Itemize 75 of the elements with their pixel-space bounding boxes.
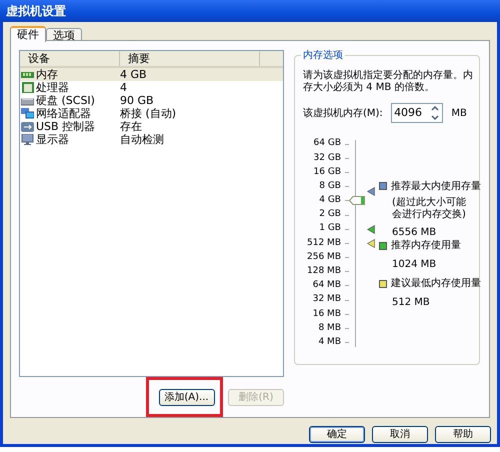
tick-label: 64 MB xyxy=(312,279,341,292)
tick-label: 2 GB xyxy=(318,208,341,222)
legend-note: (超过此大小可能会进行内存交换) xyxy=(392,196,467,221)
tick-mark xyxy=(345,158,349,159)
device-summary: 自动检测 xyxy=(120,133,164,146)
device-name: 处理器 xyxy=(36,81,69,94)
column-header[interactable]: 设备 xyxy=(20,51,120,66)
device-name: 硬盘 (SCSI) xyxy=(36,94,95,107)
dialog-button[interactable]: 帮助 xyxy=(435,426,491,443)
device-summary: 90 GB xyxy=(120,94,154,107)
memory-chip-icon xyxy=(21,69,34,80)
device-row[interactable]: 内存 4 GB xyxy=(20,68,283,81)
device-summary: 桥接 (自动) xyxy=(120,107,176,120)
device-row[interactable]: 显示器 自动检测 xyxy=(20,133,283,146)
tick-mark xyxy=(345,242,349,244)
tick-label: 4 MB xyxy=(317,336,341,349)
tick-mark xyxy=(345,271,349,272)
device-row[interactable]: 处理器 4 xyxy=(20,81,283,94)
slider-thumb[interactable] xyxy=(349,196,365,206)
hard-disk-icon xyxy=(21,95,34,106)
tick-mark xyxy=(345,342,349,344)
tick-label: 128 MB xyxy=(306,265,341,278)
tick-mark xyxy=(345,328,349,330)
tab[interactable]: 硬件 xyxy=(10,26,46,42)
tick-mark xyxy=(345,285,349,286)
tick-mark xyxy=(345,314,349,315)
device-summary: 4 GB xyxy=(120,68,147,81)
legend-title: 推荐最大内使用存量 xyxy=(391,180,481,194)
device-name: USB 控制器 xyxy=(36,120,96,133)
tick-label: 16 MB xyxy=(312,308,341,321)
legend-value: 1024 MB xyxy=(392,258,436,272)
unit-label: MB xyxy=(451,106,467,120)
tick-label: 8 MB xyxy=(317,322,341,335)
tick-mark xyxy=(345,228,349,230)
tick-label: 1 GB xyxy=(318,222,341,236)
marker-icon xyxy=(367,238,375,248)
tick-label: 4 GB xyxy=(318,194,341,208)
device-name: 内存 xyxy=(36,68,58,81)
tick-label: 64 GB xyxy=(312,137,341,150)
memory-spinbox[interactable]: 4096 xyxy=(391,103,444,123)
device-row[interactable]: 硬盘 (SCSI) 90 GB xyxy=(20,94,283,107)
tick-mark xyxy=(345,172,349,173)
legend-title: 建议最低内存使用量 xyxy=(391,276,481,292)
legend-title: 推荐内存使用量 xyxy=(391,238,461,254)
tick-mark xyxy=(345,144,349,145)
device-row[interactable]: USB 控制器 存在 xyxy=(20,120,283,133)
network-icon xyxy=(21,108,34,119)
tick-mark xyxy=(345,200,349,202)
column-header[interactable]: 摘要 xyxy=(120,51,260,66)
device-row[interactable]: 网络适配器 桥接 (自动) xyxy=(20,107,283,120)
tick-mark xyxy=(345,257,349,258)
tab[interactable]: 选项 xyxy=(46,28,82,40)
device-summary: 4 xyxy=(120,81,127,94)
device-summary: 存在 xyxy=(120,120,142,133)
dialog-button[interactable]: 确定 xyxy=(309,426,365,443)
tick-label: 512 MB xyxy=(306,236,341,250)
tick-mark xyxy=(345,300,349,301)
tick-label: 32 MB xyxy=(312,293,341,306)
description-text: 请为该虚拟机指定要分配的内存量。内存大小必须为 4 MB 的倍数。 xyxy=(303,70,473,94)
window-title: 虚拟机设置 xyxy=(6,3,66,20)
marker-icon xyxy=(367,224,375,234)
legend-value: 6556 MB xyxy=(392,226,436,240)
marker-icon xyxy=(367,186,375,196)
tick-mark xyxy=(345,186,349,188)
device-name: 网络适配器 xyxy=(36,107,91,120)
dialog-button[interactable]: 取消 xyxy=(372,426,428,443)
tick-label: 32 GB xyxy=(312,152,341,165)
tick-label: 256 MB xyxy=(306,250,341,264)
tick-label: 8 GB xyxy=(318,180,341,193)
legend-value: 512 MB xyxy=(392,296,430,310)
tick-label: 16 GB xyxy=(312,166,341,179)
device-name: 显示器 xyxy=(36,133,69,146)
tick-mark xyxy=(345,214,349,216)
list-button[interactable]: 添加(A)... xyxy=(158,389,214,406)
field-label: 该虚拟机内存(M): xyxy=(303,106,383,120)
